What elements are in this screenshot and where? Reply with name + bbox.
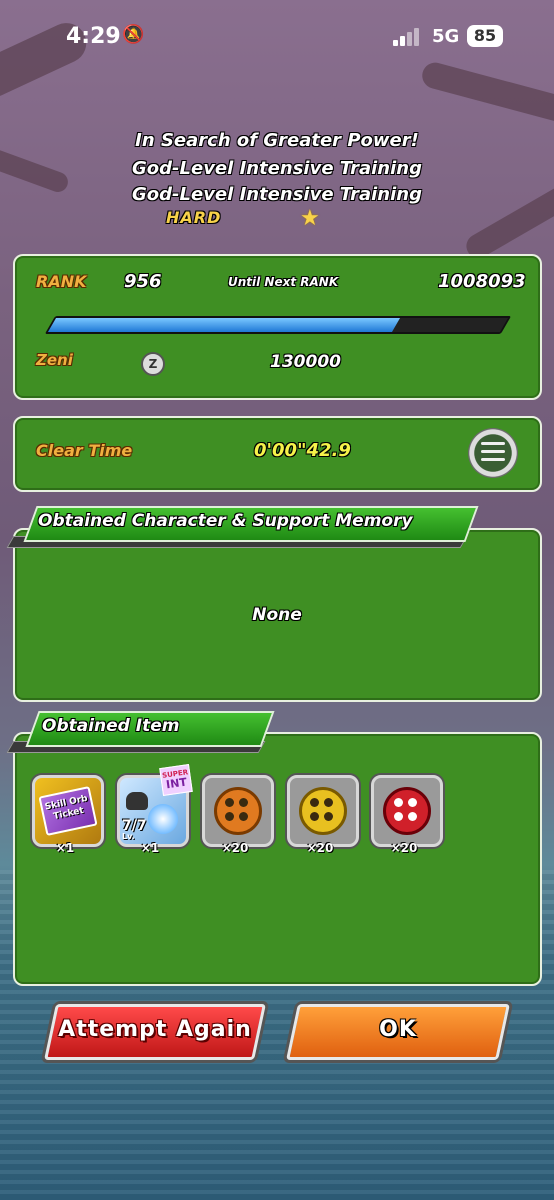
obtained-character-none: None [252,605,302,625]
stage-name: God-Level Intensive Training [132,184,422,205]
network-type: 5G [432,26,460,47]
level-prefix: Lv. [122,832,135,841]
quest-title: In Search of Greater Power! [135,130,419,151]
ok-button[interactable]: OK [286,1004,510,1060]
item-yellow-film-reel[interactable] [287,775,359,847]
until-next-rank-value: 1008093 [438,271,526,292]
obtained-character-title: Obtained Character & Support Memory [38,511,413,531]
item-skill-orb-ticket[interactable]: Skill Orb Ticket [32,775,104,847]
super-int-badge: SUPER INT [159,764,193,796]
item-red-film-reel[interactable] [371,775,443,847]
attempt-again-button[interactable]: Attempt Again [44,1004,266,1060]
until-next-rank-label: Until Next RANK [228,275,339,289]
status-bar: 4:29 🔕 5G 85 [0,0,554,76]
obtained-item-title: Obtained Item [42,716,180,736]
item-qty: ×1 [140,841,160,855]
zeni-label: Zeni [36,351,73,369]
item-qty: ×20 [390,841,418,855]
battery-icon: 85 [467,25,503,47]
star-icon: ★ [300,206,320,231]
rank-label: RANK [36,272,87,291]
details-list-button[interactable] [468,428,518,478]
zeni-value: 130000 [270,352,341,372]
item-qty: ×1 [55,841,75,855]
item-orange-film-reel[interactable] [202,775,274,847]
int-label: INT [165,775,188,792]
fist-icon [126,792,148,810]
item-qty: ×20 [306,841,334,855]
ok-label: OK [379,1017,417,1042]
status-time: 4:29 [66,24,121,49]
film-reel-icon [214,787,262,835]
signal-icon [393,26,423,46]
rank-progress-bar [44,316,512,334]
film-reel-icon [299,787,347,835]
film-reel-icon [383,787,431,835]
attempt-again-label: Attempt Again [58,1017,252,1042]
clear-time-value: 0'00"42.9 [254,440,351,461]
training-orb-icon [148,804,178,834]
item-qty: ×20 [221,841,249,855]
clear-time-label: Clear Time [36,441,133,460]
list-icon [481,442,505,464]
rank-value: 956 [124,271,162,292]
bell-muted-icon: 🔕 [122,24,145,45]
obtained-item-panel [13,732,542,986]
zeni-coin-icon: Z [141,352,165,376]
rank-progress-fill [47,318,400,332]
ticket-icon: Skill Orb Ticket [38,786,98,836]
quest-subtitle: God-Level Intensive Training [132,158,422,179]
difficulty-label: HARD [166,208,222,227]
